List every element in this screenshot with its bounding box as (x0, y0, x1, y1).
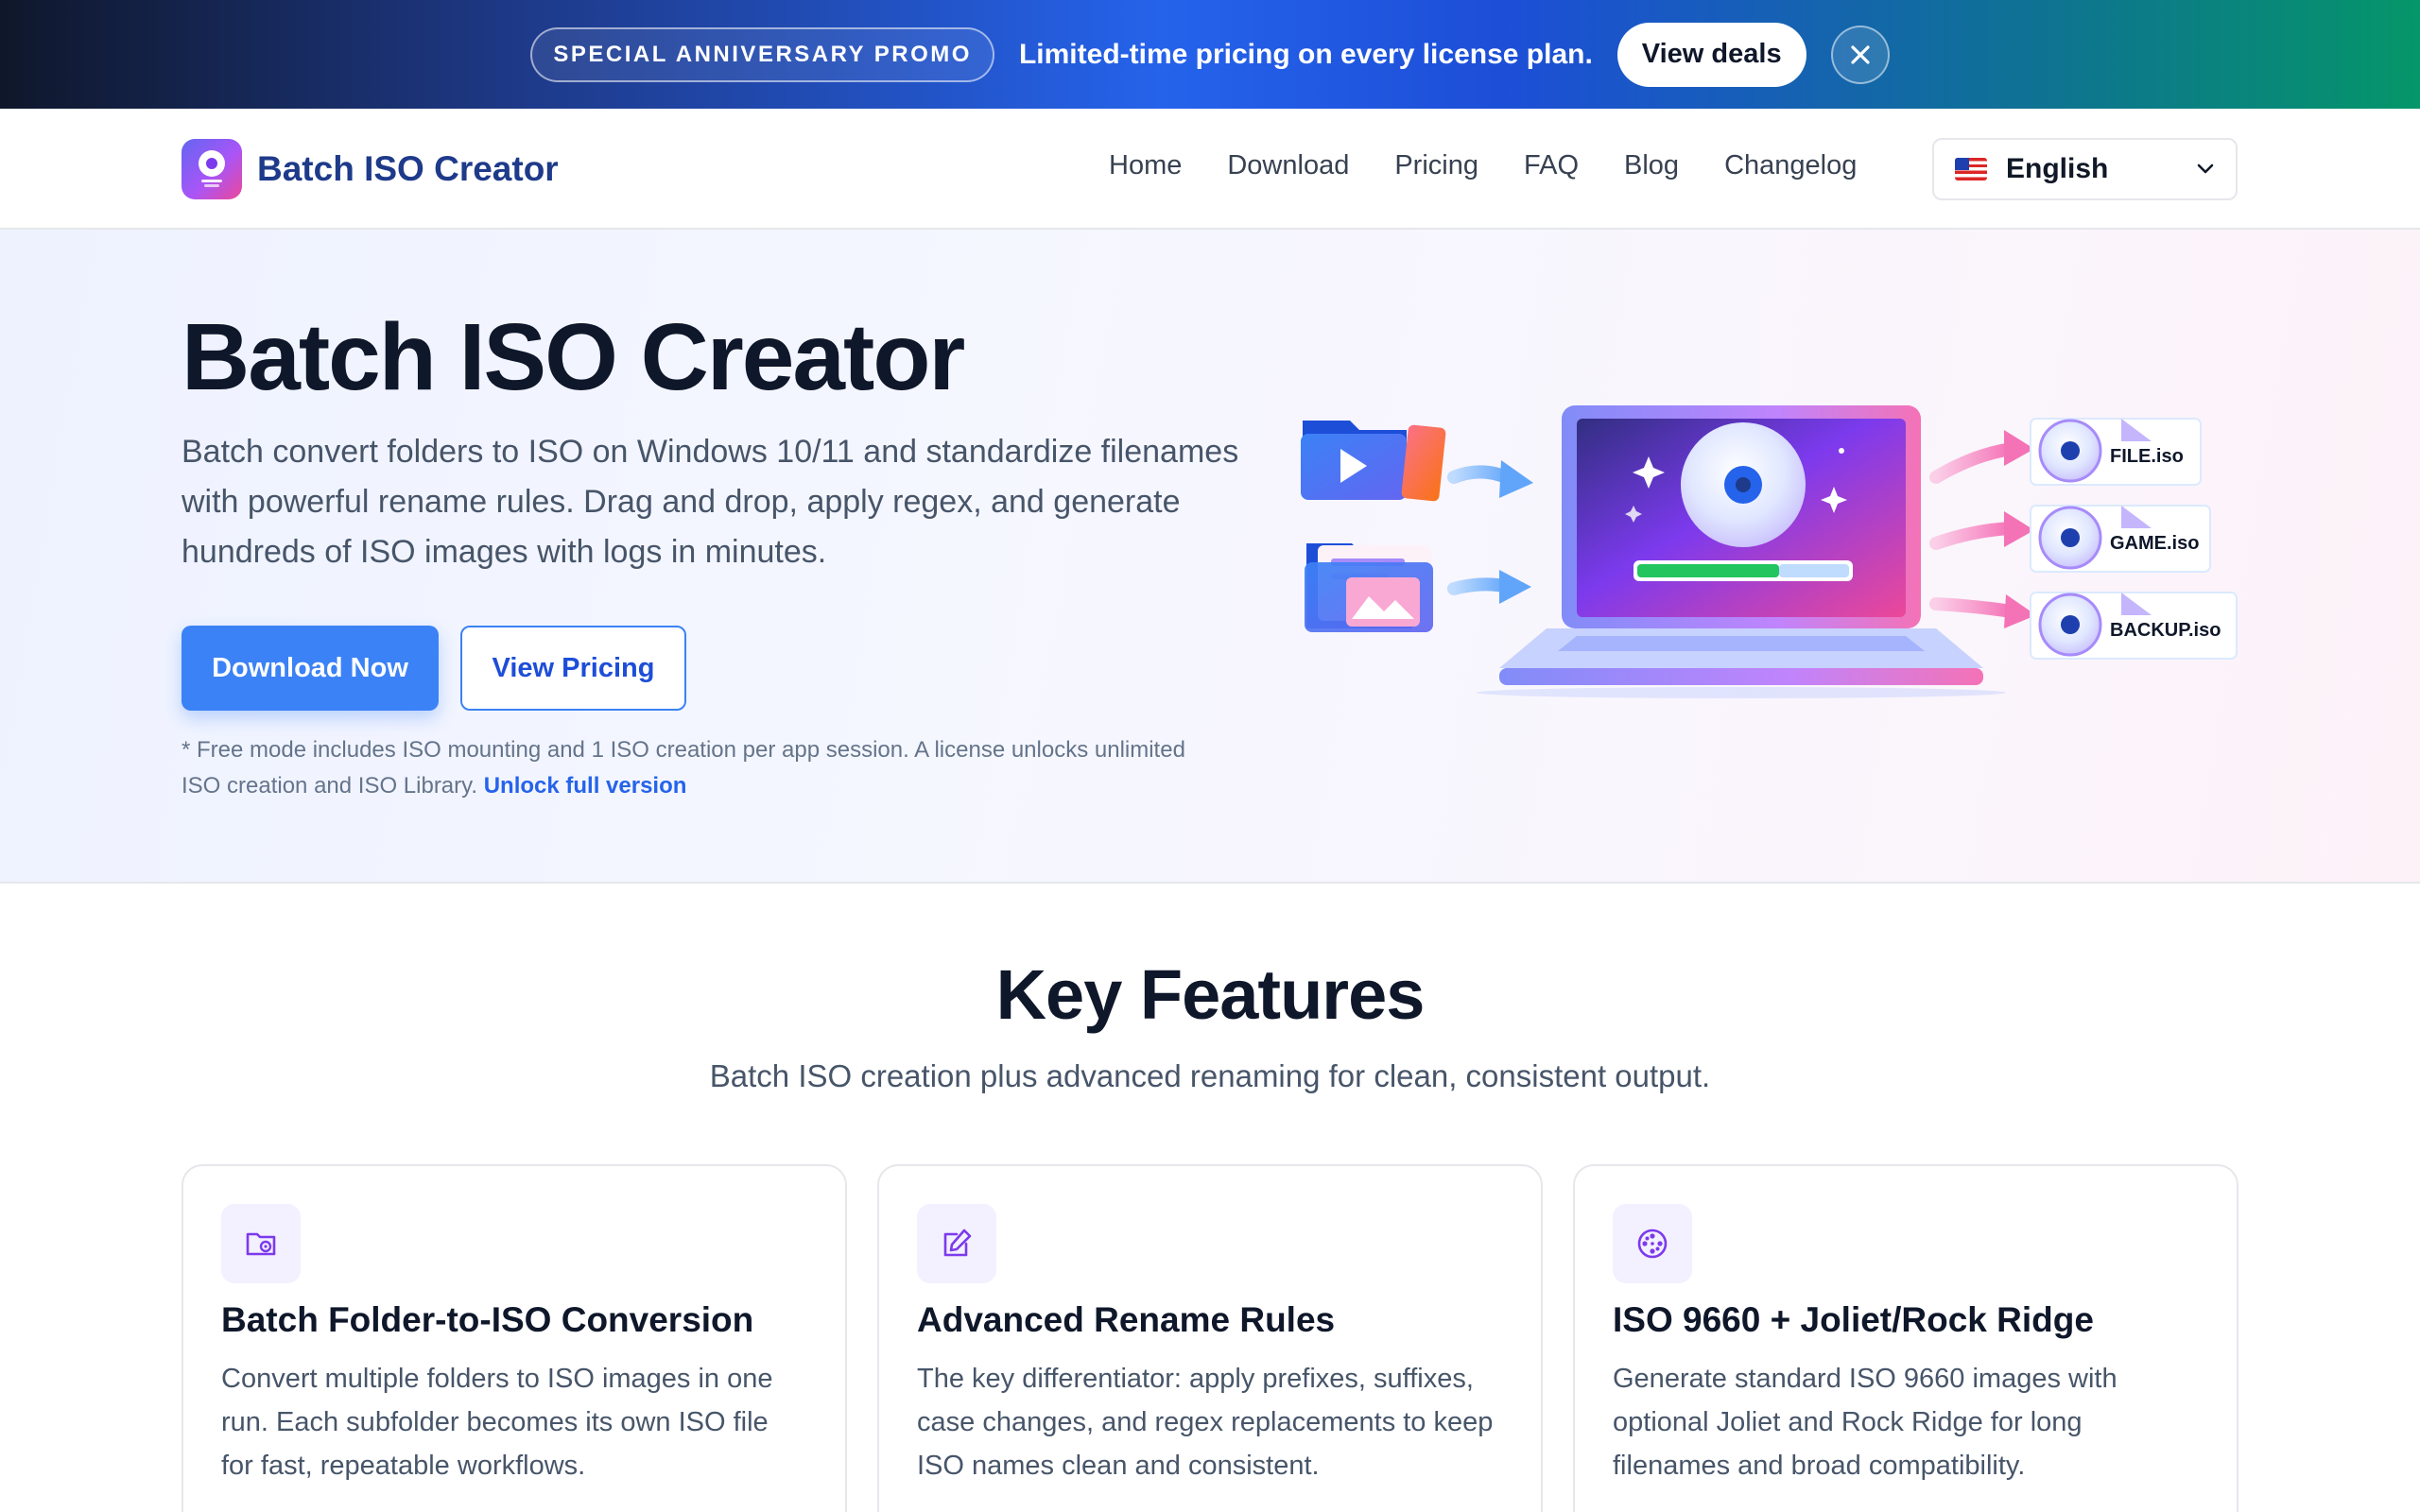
nav-link-pricing[interactable]: Pricing (1394, 150, 1478, 181)
feature-title: ISO 9660 + Joliet/Rock Ridge (1613, 1300, 2094, 1339)
chevron-down-icon (2197, 163, 2214, 174)
hero-title: Batch ISO Creator (182, 304, 965, 410)
nav-links: Home Download Pricing FAQ Blog Changelog (1109, 150, 1857, 181)
free-mode-note: * Free mode includes ISO mounting and 1 … (182, 732, 1221, 804)
document-folder-icon (1305, 543, 1433, 632)
download-now-button[interactable]: Download Now (182, 626, 439, 711)
film-reel-icon (1613, 1204, 1692, 1283)
iso-file-card: GAME.iso (2030, 505, 2211, 573)
feature-title: Batch Folder-to-ISO Conversion (221, 1300, 754, 1339)
view-deals-button[interactable]: View deals (1616, 22, 1806, 87)
iso-file-label: BACKUP.iso (2110, 620, 2221, 641)
unlock-full-version-link[interactable]: Unlock full version (484, 773, 687, 799)
brand-link[interactable]: Batch ISO Creator (182, 139, 559, 199)
close-icon (1850, 44, 1870, 64)
feature-card-batch-conversion: Batch Folder-to-ISO Conversion Convert m… (182, 1164, 847, 1512)
language-label: English (2006, 153, 2109, 184)
laptop-icon (1477, 405, 2006, 698)
folder-disc-icon (221, 1204, 301, 1283)
nav-link-changelog[interactable]: Changelog (1724, 150, 1857, 181)
feature-card-rename-rules: Advanced Rename Rules The key differenti… (877, 1164, 1543, 1512)
nav-link-faq[interactable]: FAQ (1524, 150, 1579, 181)
close-promo-button[interactable] (1830, 25, 1890, 84)
promo-text: Limited-time pricing on every license pl… (1018, 38, 1593, 70)
features-subtitle: Batch ISO creation plus advanced renamin… (709, 1058, 1711, 1093)
iso-file-label: FILE.iso (2110, 446, 2184, 467)
brand-name: Batch ISO Creator (257, 149, 559, 188)
feature-description: Generate standard ISO 9660 images with o… (1613, 1364, 2118, 1481)
feature-description: The key differentiator: apply prefixes, … (917, 1364, 1494, 1481)
top-navigation: Batch ISO Creator Home Download Pricing … (0, 109, 2420, 230)
nav-link-blog[interactable]: Blog (1624, 150, 1679, 181)
iso-file-label: GAME.iso (2110, 533, 2199, 554)
feature-title: Advanced Rename Rules (917, 1300, 1336, 1339)
feature-description: Convert multiple folders to ISO images i… (221, 1364, 773, 1481)
us-flag-icon (1955, 158, 1987, 180)
language-select[interactable]: English (1932, 138, 2238, 200)
view-pricing-button[interactable]: View Pricing (460, 626, 686, 711)
promo-badge: SPECIAL ANNIVERSARY PROMO (530, 26, 994, 82)
disc-logo-icon (182, 139, 242, 199)
nav-link-home[interactable]: Home (1109, 150, 1182, 181)
hero-section: Batch ISO Creator Batch convert folders … (0, 230, 2420, 884)
iso-file-card: FILE.iso (2030, 418, 2202, 486)
edit-icon (917, 1204, 996, 1283)
features-title: Key Features (995, 955, 1426, 1034)
iso-file-card: BACKUP.iso (2030, 592, 2238, 660)
nav-link-download[interactable]: Download (1227, 150, 1349, 181)
hero-description: Batch convert folders to ISO on Windows … (182, 434, 1239, 570)
feature-card-iso-standards: ISO 9660 + Joliet/Rock Ridge Generate st… (1573, 1164, 2238, 1512)
video-folder-icon (1301, 421, 1446, 502)
promo-banner: SPECIAL ANNIVERSARY PROMO Limited-time p… (0, 0, 2420, 109)
hero-illustration: FILE.iso GAME.iso BACKUP.iso (1301, 405, 2238, 698)
